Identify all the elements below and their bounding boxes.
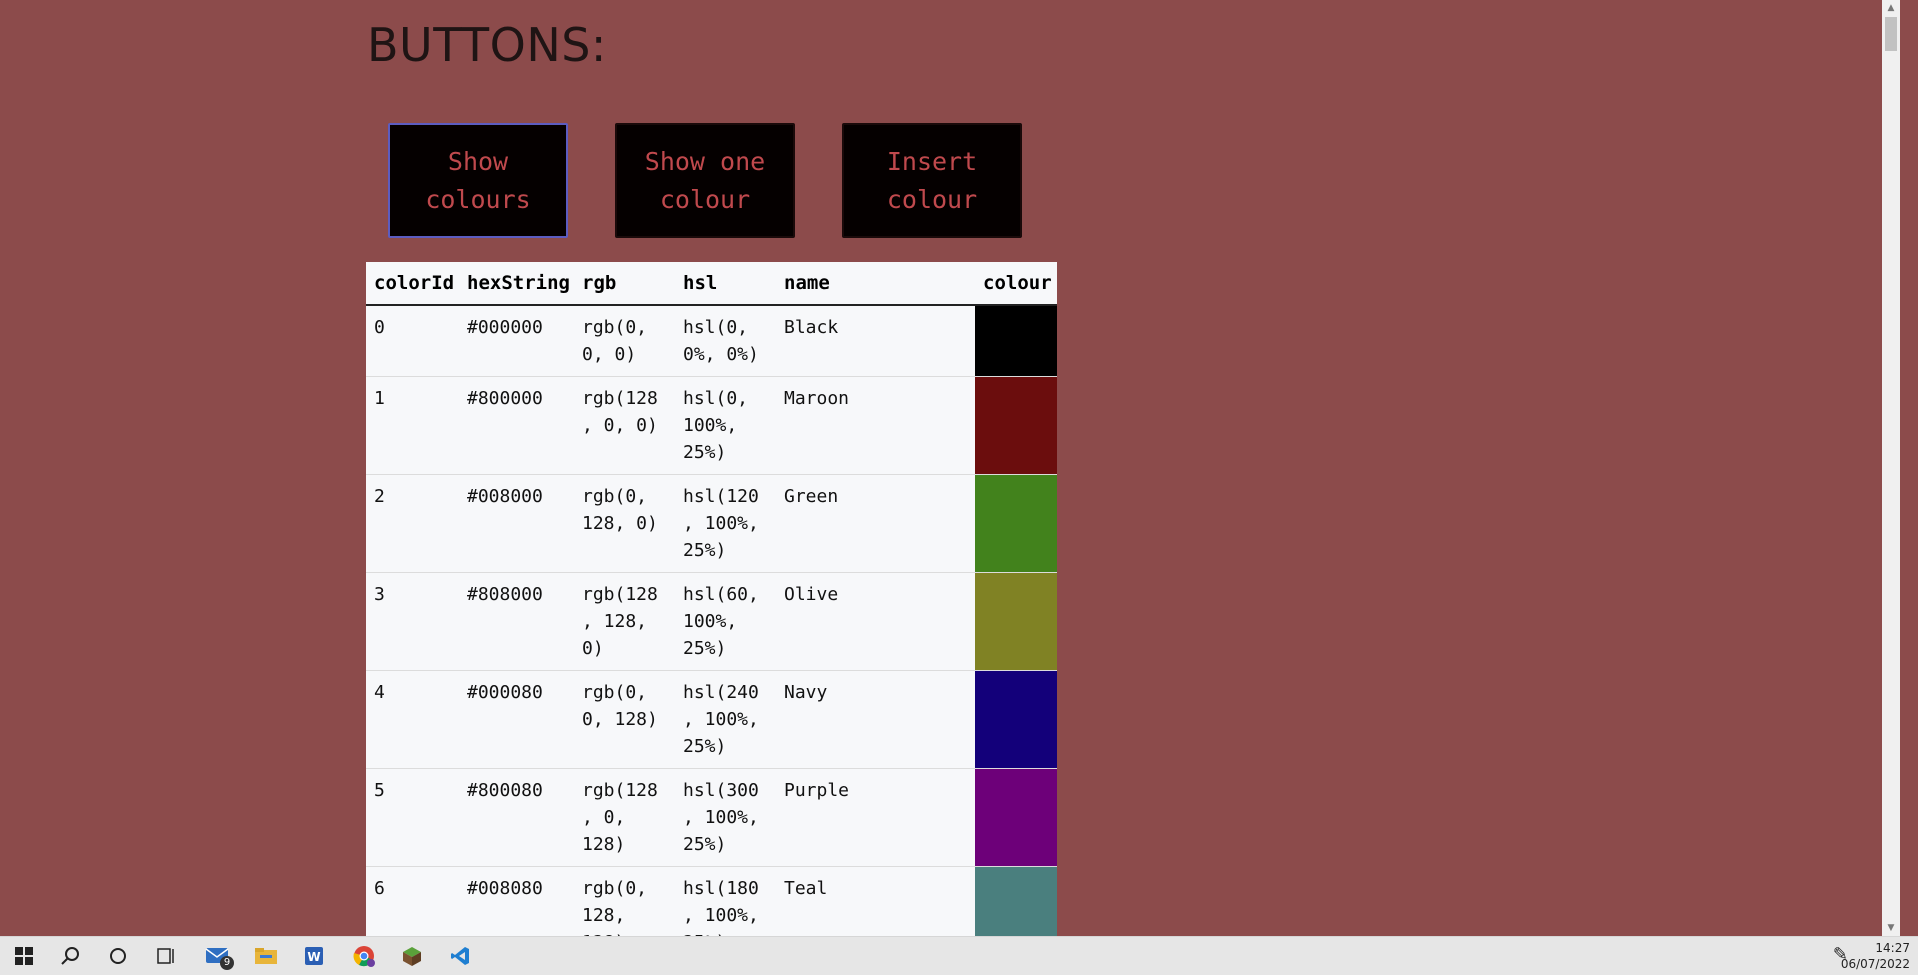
cell-hexstring: #800000: [459, 376, 574, 475]
chrome-icon[interactable]: [340, 937, 388, 975]
cell-hsl: hsl(240, 100%, 25%): [675, 670, 776, 769]
show-one-colour-button[interactable]: Show one colour: [615, 123, 795, 238]
cell-name: Black: [776, 305, 975, 377]
cell-hsl: hsl(120, 100%, 25%): [675, 474, 776, 573]
table-row: 0 #000000 rgb(0, 0, 0) hsl(0, 0%, 0%) Black: [366, 305, 1057, 377]
cell-hexstring: #808000: [459, 572, 574, 671]
colour-swatch: [975, 376, 1057, 475]
cell-rgb: rgb(128, 128, 0): [574, 572, 675, 671]
cell-name: Navy: [776, 670, 975, 769]
cell-hsl: hsl(300, 100%, 25%): [675, 768, 776, 867]
table-row: 2 #008000 rgb(0, 128, 0) hsl(120, 100%, 25%…: [366, 474, 1057, 573]
minecraft-icon[interactable]: [388, 937, 436, 975]
mail-badge: 9: [220, 956, 234, 970]
cell-name: Purple: [776, 768, 975, 867]
column-header-colorid: colorId: [366, 262, 459, 306]
taskbar: 9 W ✎ 14:27 06/07/2022: [0, 936, 1918, 975]
table-header-row: colorId hexString rgb hsl name colour: [366, 262, 1057, 306]
cell-hexstring: #008080: [459, 866, 574, 936]
scrollbar-thumb[interactable]: [1885, 17, 1897, 51]
column-header-hsl: hsl: [675, 262, 776, 306]
cell-colorid: 0: [366, 305, 459, 377]
cell-colorid: 3: [366, 572, 459, 671]
cell-name: Maroon: [776, 376, 975, 475]
vscode-icon[interactable]: [436, 937, 484, 975]
cell-rgb: rgb(0, 0, 128): [574, 670, 675, 769]
colours-table-container: colorId hexString rgb hsl name colour 0 #…: [366, 262, 1057, 936]
cell-rgb: rgb(0, 0, 0): [574, 305, 675, 377]
page-title: BUTTONS:: [367, 18, 607, 72]
cell-rgb: rgb(0, 128, 128): [574, 866, 675, 936]
page: BUTTONS: Show colours Show one colour In…: [0, 0, 1900, 936]
mail-icon[interactable]: 9: [194, 937, 242, 975]
scroll-up-arrow-icon[interactable]: ▲: [1882, 0, 1900, 16]
task-view-icon[interactable]: [142, 937, 190, 975]
cell-name: Olive: [776, 572, 975, 671]
cell-colorid: 1: [366, 376, 459, 475]
cell-hexstring: #000080: [459, 670, 574, 769]
cell-hexstring: #008000: [459, 474, 574, 573]
column-header-hexstring: hexString: [459, 262, 574, 306]
cell-hexstring: #800080: [459, 768, 574, 867]
word-icon[interactable]: W: [290, 937, 338, 975]
cell-hsl: hsl(0, 100%, 25%): [675, 376, 776, 475]
cell-hsl: hsl(0, 0%, 0%): [675, 305, 776, 377]
table-row: 3 #808000 rgb(128, 128, 0) hsl(60, 100%, 25…: [366, 572, 1057, 671]
table-row: 5 #800080 rgb(128, 0, 128) hsl(300, 100%, 2…: [366, 768, 1057, 867]
cortana-icon[interactable]: [94, 937, 142, 975]
colour-swatch: [975, 305, 1057, 377]
cell-colorid: 2: [366, 474, 459, 573]
cell-colorid: 5: [366, 768, 459, 867]
svg-text:W: W: [307, 950, 320, 964]
column-header-name: name: [776, 262, 975, 306]
vertical-scrollbar[interactable]: ▲ ▼: [1882, 0, 1900, 936]
show-colours-button[interactable]: Show colours: [388, 123, 568, 238]
scroll-down-arrow-icon[interactable]: ▼: [1882, 920, 1900, 936]
table-row: 4 #000080 rgb(0, 0, 128) hsl(240, 100%, 25%…: [366, 670, 1057, 769]
table-row: 1 #800000 rgb(128, 0, 0) hsl(0, 100%, 25%) M…: [366, 376, 1057, 475]
cell-hsl: hsl(180, 100%, 25%): [675, 866, 776, 936]
search-icon[interactable]: [46, 937, 94, 975]
cell-colorid: 4: [366, 670, 459, 769]
colour-swatch: [975, 670, 1057, 769]
cell-rgb: rgb(0, 128, 0): [574, 474, 675, 573]
cell-colorid: 6: [366, 866, 459, 936]
system-clock[interactable]: 14:27 06/07/2022: [1841, 940, 1910, 972]
cell-hexstring: #000000: [459, 305, 574, 377]
cell-rgb: rgb(128, 0, 128): [574, 768, 675, 867]
cell-rgb: rgb(128, 0, 0): [574, 376, 675, 475]
table-row: 6#008080rgb(0, 128, 128)hsl(180, 100%, 2…: [366, 866, 1057, 936]
cell-name: Teal: [776, 866, 975, 936]
windows-start-icon[interactable]: [0, 937, 48, 975]
column-header-colour: colour: [975, 262, 1057, 306]
colour-swatch: [975, 768, 1057, 867]
colours-table: colorId hexString rgb hsl name colour 0 #…: [366, 262, 1057, 936]
file-explorer-icon[interactable]: [242, 937, 290, 975]
clock-date: 06/07/2022: [1840, 957, 1910, 971]
colour-swatch: [975, 474, 1057, 573]
cell-name: Green: [776, 474, 975, 573]
colour-swatch: [975, 572, 1057, 671]
column-header-rgb: rgb: [574, 262, 675, 306]
clock-time: 14:27: [1875, 941, 1910, 955]
insert-colour-button[interactable]: Insert colour: [842, 123, 1022, 238]
cell-hsl: hsl(60, 100%, 25%): [675, 572, 776, 671]
colour-swatch: [975, 866, 1057, 936]
